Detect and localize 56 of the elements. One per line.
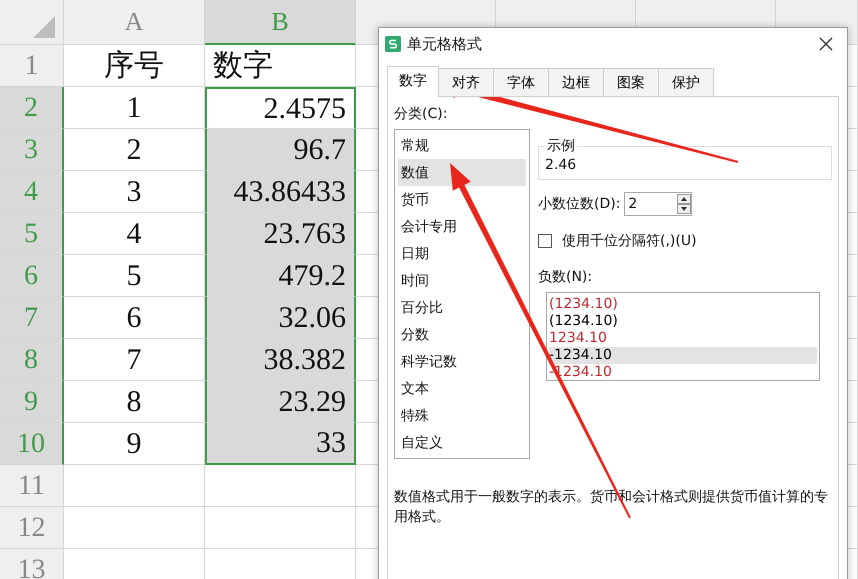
table-cell: 1 — [64, 87, 205, 129]
spinner-value: 2 — [628, 196, 638, 212]
negative-numbers-label: 负数(N): — [538, 268, 592, 286]
table-cell: 2.4575 — [205, 87, 356, 129]
table-cell: 38.382 — [205, 339, 356, 381]
category-item[interactable]: 时间 — [398, 267, 526, 294]
negative-format-item[interactable]: -1234.10 — [549, 347, 817, 364]
decimal-places-label: 小数位数(D): — [538, 195, 620, 213]
negative-format-item[interactable]: (1234.10) — [549, 313, 817, 330]
checkbox-label: 使用千位分隔符(,)(U) — [562, 232, 697, 250]
sample-title: 示例 — [546, 137, 576, 155]
tab[interactable]: 对齐 — [438, 68, 494, 97]
category-item[interactable]: 文本 — [398, 375, 526, 402]
table-cell: 96.7 — [205, 129, 356, 171]
tab[interactable]: 数字 — [387, 66, 439, 97]
table-cell: 7 — [64, 339, 205, 381]
window-title: 单元格格式 — [407, 34, 483, 54]
category-item[interactable]: 科学记数 — [398, 348, 526, 375]
tab[interactable]: 保护 — [658, 68, 714, 97]
close-icon — [819, 37, 833, 51]
table-cell: 43.86433 — [205, 171, 356, 213]
table-cell: 23.763 — [205, 213, 356, 255]
category-item[interactable]: 日期 — [398, 240, 526, 267]
table-cell: 32.06 — [205, 297, 356, 339]
category-item[interactable]: 会计专用 — [398, 213, 526, 240]
app-logo-icon — [385, 36, 401, 52]
tab[interactable]: 边框 — [548, 68, 604, 97]
spin-arrows-icon[interactable] — [677, 194, 692, 214]
sample-value: 2.46 — [545, 157, 578, 173]
table-cell: 33 — [205, 423, 356, 465]
table-cell: 序号 — [64, 45, 205, 87]
decimal-places-spinner[interactable]: 2 — [624, 192, 692, 216]
category-item[interactable]: 货币 — [398, 186, 526, 213]
tab[interactable]: 图案 — [603, 68, 659, 97]
category-item[interactable]: 自定义 — [398, 429, 526, 456]
table-cell: 8 — [64, 381, 205, 423]
table-cell: 6 — [64, 297, 205, 339]
category-item[interactable]: 常规 — [398, 132, 526, 159]
tab[interactable]: 字体 — [493, 68, 549, 97]
table-cell: 数字 — [205, 45, 356, 87]
table-cell: 2 — [64, 129, 205, 171]
checkbox[interactable] — [538, 234, 552, 248]
table-cell: 9 — [64, 423, 205, 465]
category-label: 分类(C): — [394, 105, 448, 123]
table-cell: 479.2 — [205, 255, 356, 297]
category-item[interactable]: 特殊 — [398, 402, 526, 429]
category-item[interactable]: 分数 — [398, 321, 526, 348]
table-cell: 4 — [64, 213, 205, 255]
category-item[interactable]: 数值 — [398, 159, 526, 186]
table-cell: 23.29 — [205, 381, 356, 423]
negative-format-item[interactable]: (1234.10) — [549, 296, 817, 313]
category-item[interactable]: 百分比 — [398, 294, 526, 321]
corner-triangle-icon — [33, 16, 55, 38]
table-cell: 3 — [64, 171, 205, 213]
negative-format-item[interactable]: 1234.10 — [549, 330, 817, 347]
table-cell: 5 — [64, 255, 205, 297]
